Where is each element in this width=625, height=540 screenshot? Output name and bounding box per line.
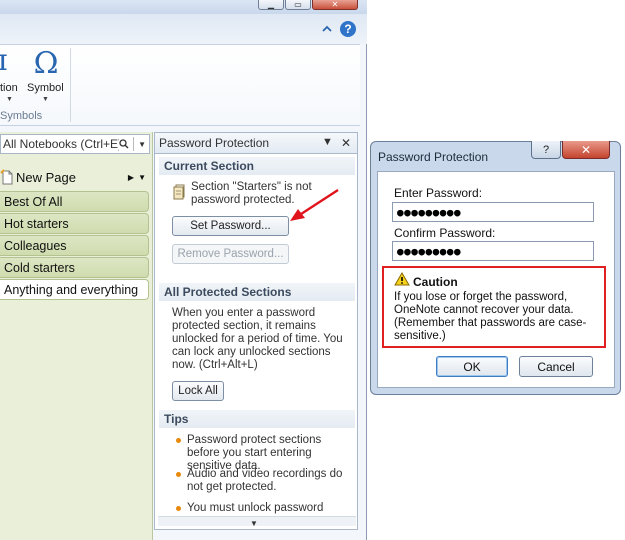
symbol-dropdown-icon[interactable]: ▼: [42, 96, 49, 103]
symbol-button-label[interactable]: Symbol: [27, 82, 64, 94]
pane-title: Password Protection: [159, 136, 270, 150]
section-tab-anything-and-everything[interactable]: Anything and everything: [0, 279, 149, 300]
close-icon: ✕: [580, 142, 592, 157]
enter-password-field[interactable]: ●●●●●●●●●: [392, 202, 594, 222]
dialog-help-button[interactable]: ?: [531, 141, 561, 159]
cancel-button[interactable]: Cancel: [519, 356, 593, 377]
caution-text: If you lose or forget the password, OneN…: [394, 291, 587, 342]
equation-button-label[interactable]: tion: [0, 82, 18, 94]
pane-close-icon[interactable]: ✕: [341, 136, 351, 150]
close-icon: ✕: [331, 0, 339, 9]
lock-all-button[interactable]: Lock All: [172, 381, 224, 401]
tip-bullet-icon: [176, 438, 181, 443]
section-tab-label: Cold starters: [4, 260, 75, 275]
dialog-title: Password Protection: [378, 150, 489, 164]
symbol-button[interactable]: Ω: [28, 46, 64, 81]
section-tab-cold-starters[interactable]: Cold starters: [0, 257, 149, 278]
ok-button[interactable]: OK: [436, 356, 508, 377]
ribbon-group-label: Symbols: [0, 110, 43, 122]
partial-equation-glyph: π: [0, 46, 22, 76]
ribbon-tab-strip: [0, 14, 367, 44]
ribbon-collapse-button[interactable]: [318, 20, 336, 38]
annotation-arrow-icon: [290, 188, 339, 221]
new-page-icon: [0, 169, 13, 185]
maximize-button[interactable]: ▭: [285, 0, 311, 10]
new-page-button[interactable]: New Page ▶ ▼: [0, 166, 150, 188]
minimize-icon: ▁: [267, 0, 275, 9]
tip-bullet-icon: [176, 506, 181, 511]
svg-text:?: ?: [344, 22, 351, 36]
maximize-icon: ▭: [294, 0, 302, 9]
remove-password-button[interactable]: Remove Password...: [172, 244, 289, 264]
pane-dropdown-icon[interactable]: ▼: [322, 136, 333, 150]
chevron-up-icon: [322, 25, 332, 32]
section-tab-colleagues[interactable]: Colleagues: [0, 235, 149, 256]
window-close-button[interactable]: ✕: [312, 0, 358, 10]
enter-password-label: Enter Password:: [394, 186, 483, 200]
new-page-label: New Page: [16, 169, 76, 185]
section-tab-best-of-all[interactable]: Best Of All: [0, 191, 149, 212]
help-icon: ?: [542, 143, 550, 156]
set-password-button[interactable]: Set Password...: [172, 216, 289, 236]
equation-dropdown-icon[interactable]: ▼: [6, 96, 13, 103]
section-tab-label: Best Of All: [4, 194, 63, 209]
tips-heading: Tips: [159, 410, 355, 428]
minimize-button[interactable]: ▁: [258, 0, 284, 10]
tip-text: Audio and video recordings do not get pr…: [187, 468, 343, 493]
section-tab-label: Colleagues: [4, 238, 67, 253]
section-tab-hot-starters[interactable]: Hot starters: [0, 213, 149, 234]
pane-header: Password Protection ▼ ✕: [154, 132, 358, 154]
scroll-down-icon[interactable]: ▼: [250, 519, 258, 528]
omega-icon: Ω: [33, 46, 59, 81]
section-tab-label: Anything and everything: [4, 282, 139, 297]
notebook-search-text: All Notebooks (Ctrl+E): [3, 137, 120, 151]
lock-description-text: When you enter a password protected sect…: [172, 307, 343, 371]
ribbon-group-divider: [70, 48, 71, 122]
search-icon[interactable]: [119, 139, 129, 149]
section-icon: [173, 184, 185, 200]
confirm-password-field[interactable]: ●●●●●●●●●: [392, 241, 594, 261]
chevron-right-icon[interactable]: ▶: [128, 173, 134, 182]
tip-text: You must unlock password: [187, 502, 324, 514]
tip-bullet-icon: [176, 472, 181, 477]
help-icon: ?: [340, 21, 356, 37]
section-tab-label: Hot starters: [4, 216, 69, 231]
all-protected-sections-heading: All Protected Sections: [159, 283, 355, 301]
current-section-heading: Current Section: [159, 157, 355, 175]
chevron-down-icon[interactable]: ▼: [138, 173, 146, 182]
warning-icon: [394, 272, 410, 286]
chevron-down-icon[interactable]: ▼: [138, 140, 146, 149]
notebook-search-box[interactable]: All Notebooks (Ctrl+E) ▼: [0, 134, 150, 154]
dialog-close-button[interactable]: ✕: [562, 141, 610, 159]
confirm-password-label: Confirm Password:: [394, 226, 496, 240]
help-button[interactable]: ?: [339, 20, 357, 38]
caution-title: Caution: [413, 275, 458, 289]
